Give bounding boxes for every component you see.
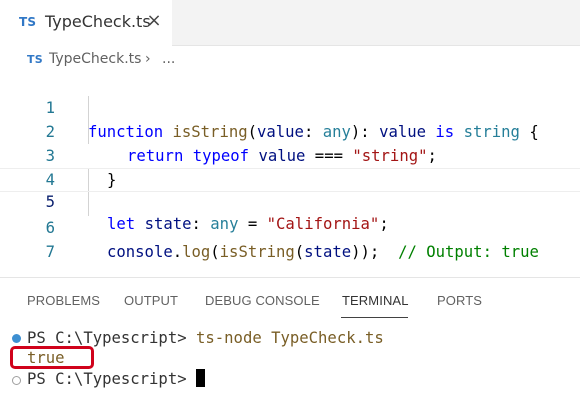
terminal-line: PS C:\Typescript> (27, 368, 205, 390)
typescript-file-icon: TS (27, 53, 43, 66)
token-comment: // Output: true (398, 243, 539, 261)
terminal-prompt: PS C:\Typescript> (27, 329, 196, 347)
tab-debug-console[interactable]: DEBUG CONSOLE (205, 293, 320, 308)
close-icon[interactable]: × (145, 12, 163, 30)
tab-label: TypeCheck.ts (45, 12, 151, 31)
token-punct: )); (351, 243, 399, 261)
terminal-prompt: PS C:\Typescript> (27, 370, 196, 388)
token-function: log (182, 243, 211, 261)
code-editor[interactable]: 1 function isString(value: any): value i… (0, 72, 580, 261)
code-line[interactable]: 7 (0, 216, 580, 261)
code-line[interactable]: 6 console.log(isString(state)); // Outpu… (0, 192, 580, 261)
breadcrumb: TS TypeCheck.ts › ... (0, 50, 580, 72)
output-highlight-box (10, 346, 94, 369)
terminal-cursor (196, 369, 205, 387)
token-punct: ( (210, 243, 220, 261)
tab-typecheck-ts[interactable]: TS TypeCheck.ts × (0, 0, 172, 46)
tab-ports[interactable]: PORTS (437, 293, 482, 308)
breadcrumb-file[interactable]: TypeCheck.ts (49, 51, 141, 67)
code-line-current[interactable]: 5 let state: any = "California"; (0, 168, 580, 233)
tab-problems[interactable]: PROBLEMS (27, 293, 100, 308)
code-line[interactable]: 1 function isString(value: any): value i… (0, 72, 580, 141)
token-function: isString (219, 243, 295, 261)
token-punct: ( (294, 243, 305, 261)
typescript-file-icon: TS (19, 15, 37, 29)
active-tab-indicator (341, 317, 408, 318)
code-line[interactable]: 4 (0, 144, 580, 189)
command-pending-dot-icon[interactable] (12, 376, 21, 385)
command-success-dot-icon[interactable] (12, 334, 21, 343)
code-line[interactable]: 2 return typeof value === "string"; (0, 96, 580, 165)
token-variable: state (304, 243, 352, 261)
chevron-right-icon: › (145, 51, 151, 67)
line-number: 7 (45, 243, 55, 261)
editor-tab-bar: TS TypeCheck.ts × (0, 0, 580, 46)
token-punct: . (172, 243, 183, 261)
token-variable: console (107, 243, 173, 261)
tab-terminal[interactable]: TERMINAL (342, 293, 409, 308)
code-line[interactable]: 3 } (0, 120, 580, 189)
tab-output[interactable]: OUTPUT (124, 293, 178, 308)
terminal-command: ts-node TypeCheck.ts (196, 329, 384, 347)
breadcrumb-more[interactable]: ... (162, 51, 175, 67)
panel-tab-bar: PROBLEMS OUTPUT DEBUG CONSOLE TERMINAL P… (0, 278, 580, 322)
